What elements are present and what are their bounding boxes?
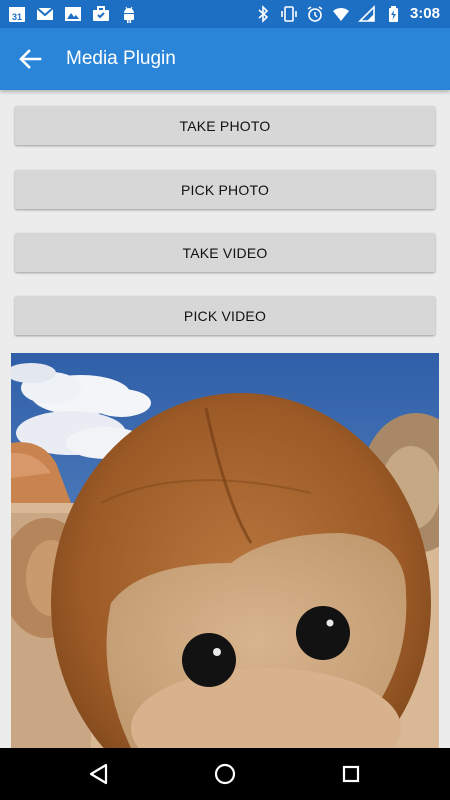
- nav-back-button[interactable]: [86, 761, 112, 787]
- recents-square-icon: [342, 765, 360, 783]
- battery-charging-icon: [384, 5, 402, 23]
- calendar-day: 31: [12, 12, 22, 22]
- back-triangle-icon: [89, 763, 108, 785]
- vibrate-icon: [280, 5, 298, 23]
- status-bar: 31 3:08: [0, 0, 450, 28]
- briefcase-icon: [92, 5, 110, 23]
- take-video-button[interactable]: TAKE VIDEO: [15, 233, 435, 272]
- system-icons: 3:08: [254, 5, 440, 23]
- home-circle-icon: [214, 763, 236, 785]
- app-bar: Media Plugin: [0, 28, 450, 90]
- arrow-back-icon: [19, 49, 42, 69]
- pick-video-button[interactable]: PICK VIDEO: [15, 296, 435, 335]
- nav-recents-button[interactable]: [338, 761, 364, 787]
- image-icon: [64, 5, 82, 23]
- nav-home-button[interactable]: [212, 761, 238, 787]
- pick-photo-button[interactable]: PICK PHOTO: [15, 170, 435, 209]
- android-icon: [120, 5, 138, 23]
- gmail-icon: [36, 5, 54, 23]
- navigation-bar: [0, 748, 450, 800]
- bluetooth-icon: [254, 5, 272, 23]
- take-photo-button[interactable]: TAKE PHOTO: [15, 106, 435, 145]
- wifi-icon: [332, 5, 350, 23]
- alarm-icon: [306, 5, 324, 23]
- back-button[interactable]: [14, 45, 46, 73]
- calendar-icon: 31: [8, 5, 26, 23]
- clock-time: 3:08: [409, 5, 440, 22]
- signal-icon: [358, 5, 376, 23]
- page-title: Media Plugin: [66, 48, 176, 69]
- notification-icons: 31: [8, 5, 138, 23]
- captured-photo: [11, 353, 439, 748]
